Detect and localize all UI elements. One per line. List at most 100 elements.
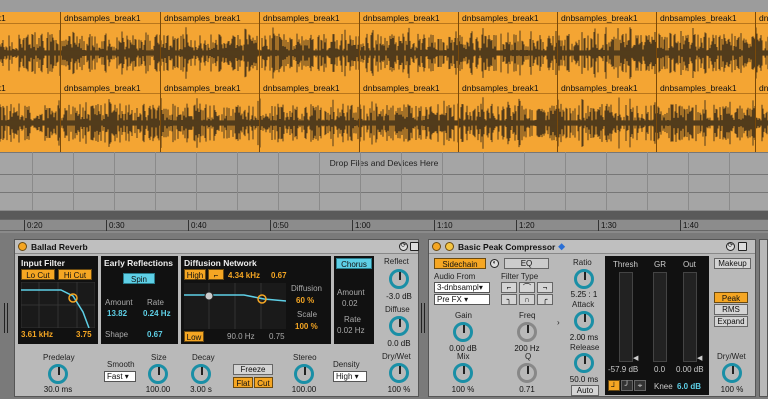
reverb-drywet-knob[interactable] [389,363,409,383]
eq-button[interactable]: EQ [504,258,549,269]
filter-freq-value[interactable]: 3.61 kHz [21,330,53,339]
reverb-power-button[interactable] [18,242,27,251]
scale-value[interactable]: 100 % [295,322,318,331]
chorus-button[interactable]: Chorus [336,258,372,269]
filter-type-bell[interactable]: ⌒ [519,282,535,293]
ratio-knob[interactable] [574,269,594,289]
thresh-value[interactable]: -57.9 dB [608,365,638,374]
low-freq-value[interactable]: 90.0 Hz [227,332,255,341]
high-val-value[interactable]: 0.67 [271,271,287,280]
lo-cut-button[interactable]: Lo Cut [21,269,55,280]
audio-clip[interactable]: dnbsamples_break1 [160,12,260,82]
hi-cut-button[interactable]: Hi Cut [58,269,92,280]
diffuse-knob[interactable] [389,316,409,336]
compressor-power-button[interactable] [432,242,441,251]
release-knob[interactable] [574,353,594,373]
audio-clip[interactable]: dnbsamples_break1 [458,82,558,152]
filter-type-lowpass[interactable]: ╮ [501,294,517,305]
audio-clip[interactable]: dnbsamples_break1 [259,82,360,152]
knee-soft-button[interactable]: ╯ [621,380,633,391]
thresh-meter[interactable] [619,272,633,362]
filter-type-highpass[interactable]: ╭ [537,294,553,305]
density-select[interactable]: High ▾ [333,371,367,382]
attack-knob[interactable] [574,311,594,331]
preset-icon[interactable]: ⟳ [399,242,408,251]
audio-clip[interactable]: dnbsamples_break1 [557,12,657,82]
audio-clip[interactable]: dnbsamples_break1 [755,12,768,82]
filter-q-value[interactable]: 3.75 [76,330,92,339]
chorus-amount-value[interactable]: 0.02 [342,299,358,308]
arrangement-scrollbar[interactable] [0,211,768,219]
filter-type-bandpass[interactable]: ∩ [519,294,535,305]
audio-clip[interactable]: dnbsamples_break1 [160,82,260,152]
out-meter[interactable] [683,272,697,362]
audio-source-select[interactable]: 3-dnbsampl▾ [434,282,490,293]
q-knob[interactable] [517,363,537,383]
filter-curve-display[interactable] [21,282,95,328]
gain-knob[interactable] [453,322,473,342]
cut-button[interactable]: Cut [254,377,273,388]
chevron-right-icon[interactable]: › [557,318,560,327]
audio-clip[interactable]: dnbsamples_break1 [656,82,756,152]
audio-clip[interactable]: dnbsamples_break1 [458,12,558,82]
save-icon[interactable] [410,242,419,251]
filter-type-highshelf[interactable]: ¬ [537,282,553,293]
filter-type-lowshelf[interactable]: ⌐ [501,282,517,293]
low-val-value[interactable]: 0.75 [269,332,285,341]
audio-clip[interactable]: es_break1 [0,82,61,152]
shelf-icon[interactable]: ⌐ [208,269,224,280]
pre-fx-select[interactable]: Pre FX ▾ [434,294,490,305]
device-separator-handle[interactable] [421,303,425,333]
thresh-slider-icon[interactable]: ◀ [633,354,638,362]
knee-value[interactable]: 6.0 dB [677,382,701,391]
audio-clip[interactable]: dnbsamples_break1 [259,12,360,82]
left-scroll-handle[interactable] [4,303,8,333]
high-button[interactable]: High [184,269,206,280]
chorus-rate-value[interactable]: 0.02 Hz [337,326,365,335]
audio-clip[interactable]: dnbsamples_break1 [60,12,161,82]
size-knob[interactable] [148,364,168,384]
shape-value[interactable]: 0.67 [147,330,163,339]
time-ruler[interactable]: 0:20 0:30 0:40 0:50 1:00 1:10 1:20 1:30 1:40 [0,219,768,231]
peak-button[interactable]: Peak [714,292,748,303]
audio-clip[interactable]: dnbsamples_break1 [755,82,768,152]
reflect-knob[interactable] [389,269,409,289]
audio-clip[interactable]: dnbsamples_break1 [60,82,161,152]
out-value[interactable]: 0.00 dB [676,365,704,374]
freeze-button[interactable]: Freeze [233,364,273,375]
waveform [260,27,360,79]
auto-button[interactable]: Auto [571,385,599,396]
sidechain-button[interactable]: Sidechain [434,258,486,269]
audio-clip[interactable]: dnbsamples_break1 [359,12,459,82]
knee-hard-button[interactable]: ┘ [608,380,620,391]
headphones-icon[interactable]: ◐ [490,259,499,268]
audio-clip[interactable]: dnbsamples_break1 [557,82,657,152]
predelay-knob[interactable] [48,364,68,384]
mix-knob[interactable] [453,363,473,383]
decay-knob[interactable] [191,364,211,384]
freq-knob[interactable] [517,322,537,342]
lookahead-button[interactable]: ⌖ [634,380,646,391]
chorus-rate-label: Rate [344,315,361,324]
stereo-knob[interactable] [294,364,314,384]
flat-button[interactable]: Flat [233,377,253,388]
audio-clip[interactable]: es_break1 [0,12,61,82]
low-button[interactable]: Low [184,331,204,342]
audio-clip[interactable]: dnbsamples_break1 [359,82,459,152]
spin-amount-value[interactable]: 13.82 [107,309,127,318]
high-freq-value[interactable]: 4.34 kHz [228,271,260,280]
spin-rate-value[interactable]: 0.24 Hz [143,309,171,318]
diffusion-curve-display[interactable] [184,283,286,329]
rms-button[interactable]: RMS [714,304,748,315]
expand-button[interactable]: Expand [714,316,748,327]
diffusion-value[interactable]: 60 % [296,296,314,305]
audio-clip[interactable]: dnbsamples_break1 [656,12,756,82]
makeup-button[interactable]: Makeup [714,258,751,269]
out-slider-icon[interactable]: ◀ [697,354,702,362]
smooth-select[interactable]: Fast ▾ [104,371,136,382]
save-icon[interactable] [738,242,747,251]
comp-drywet-knob[interactable] [722,363,742,383]
preset-icon[interactable]: ⟳ [726,242,735,251]
compressor-play-icon[interactable] [445,242,454,251]
spin-button[interactable]: Spin [123,273,155,284]
